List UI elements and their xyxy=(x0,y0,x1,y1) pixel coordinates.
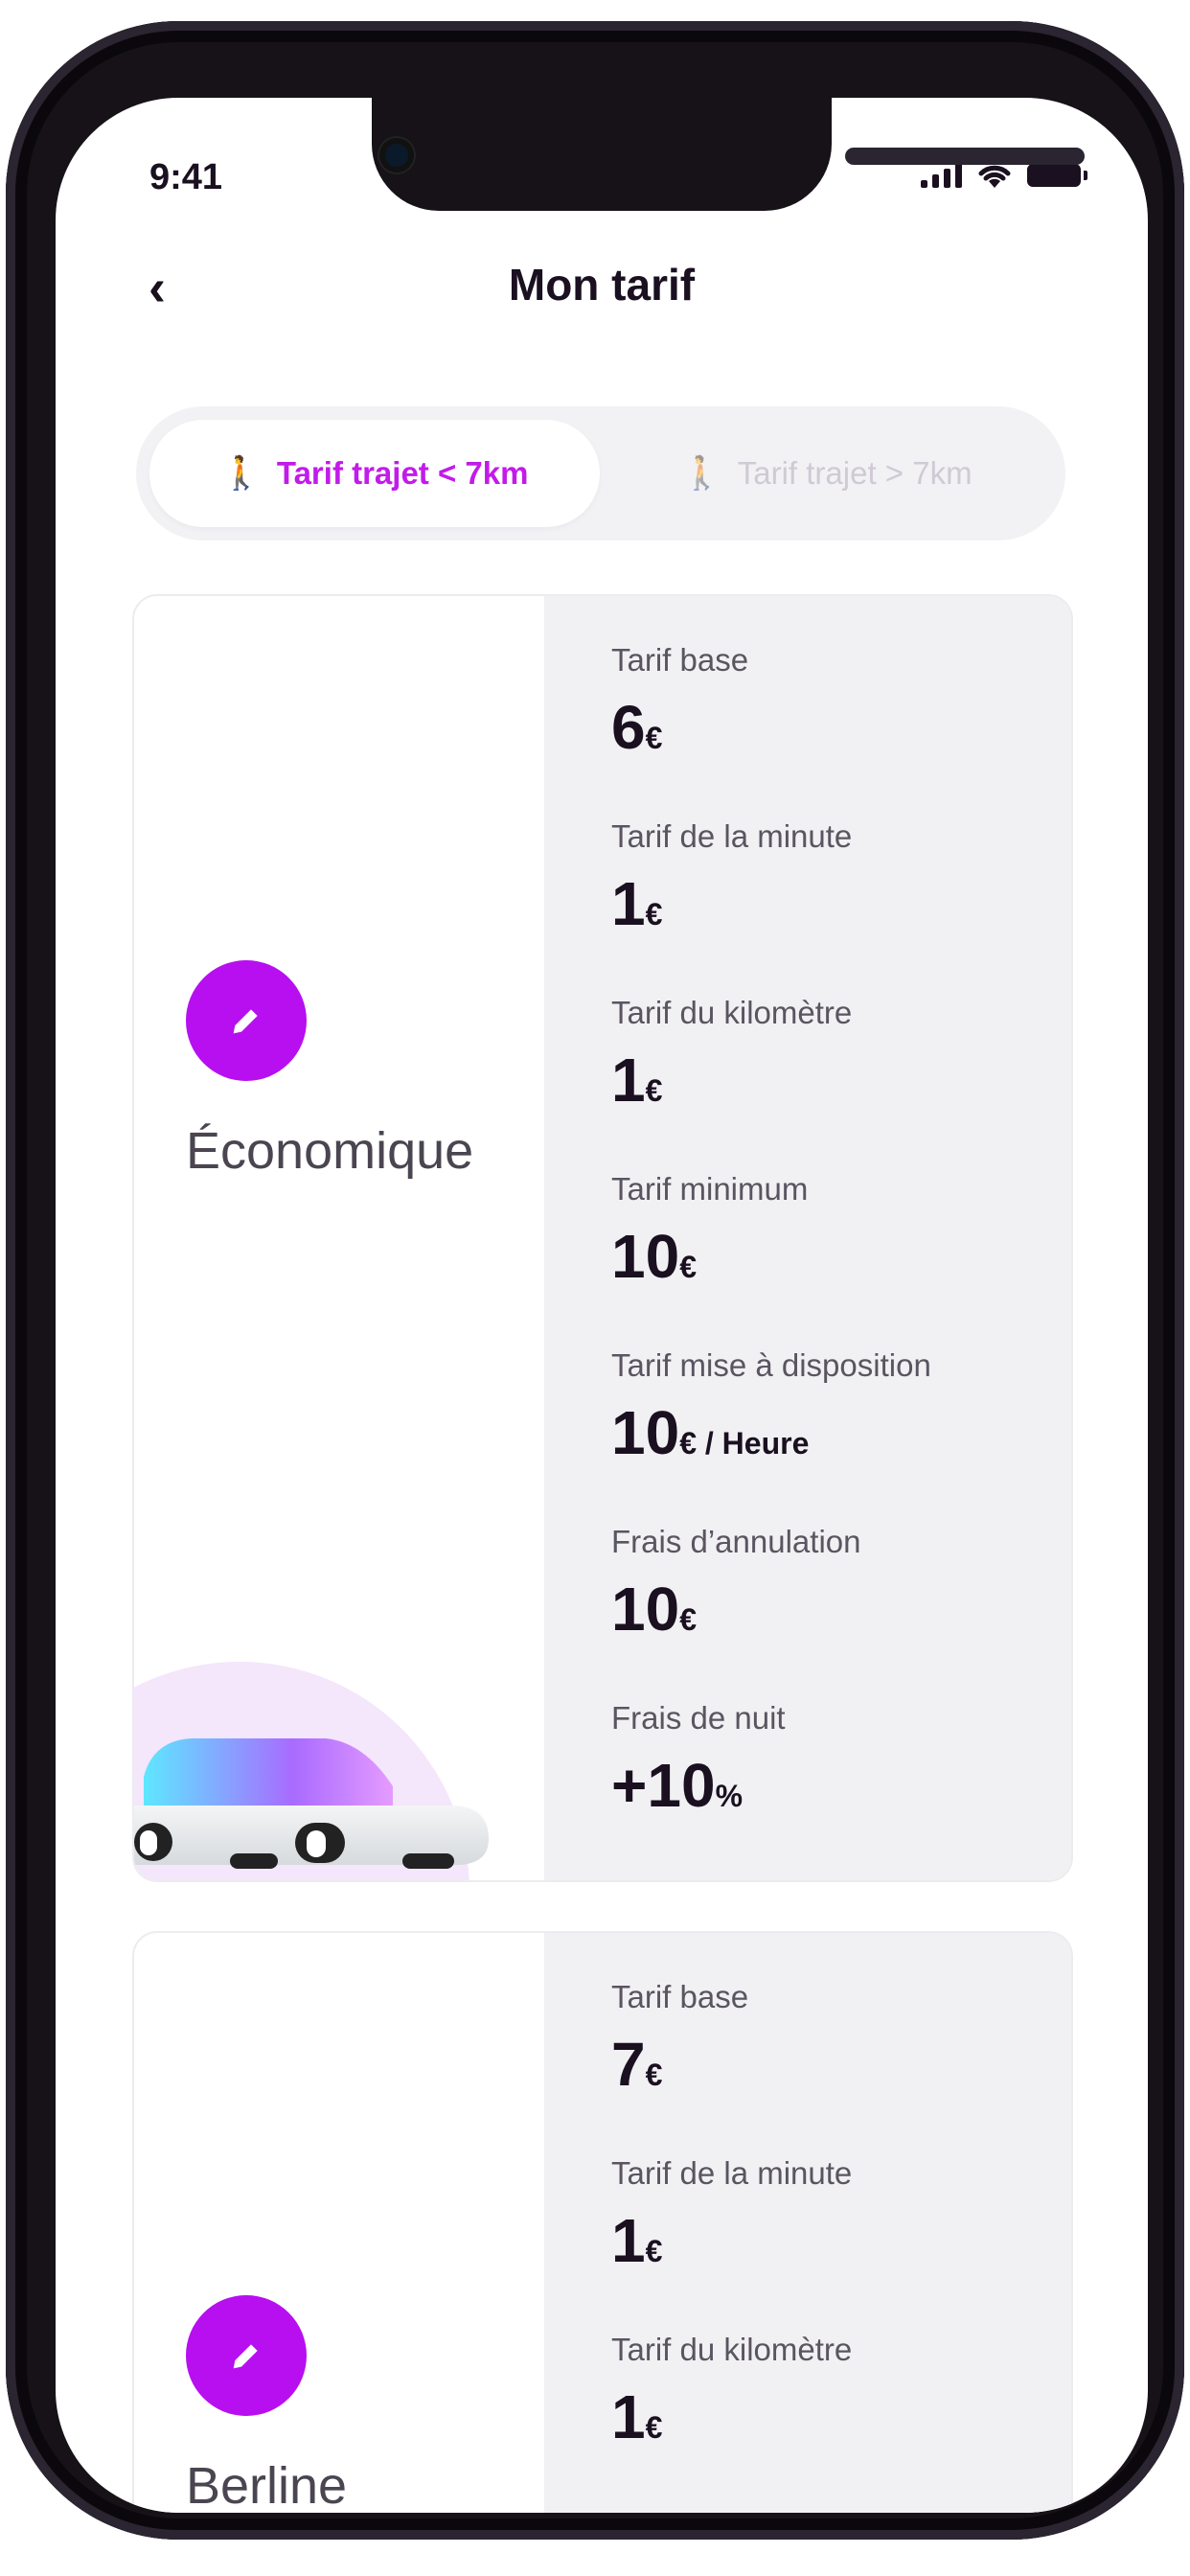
vehicle-name: Berline xyxy=(186,2457,348,2513)
battery-icon xyxy=(1027,164,1087,187)
signal-icon xyxy=(921,163,962,188)
rate-label: Tarif base xyxy=(611,1979,749,2014)
rate-value: 7€ xyxy=(611,2030,663,2099)
page-title: Mon tarif xyxy=(508,260,696,310)
rate-value: 10€ xyxy=(611,1222,697,1291)
walking-person-icon: 🚶 xyxy=(220,455,262,492)
rate-item: Frais de nuit +10% xyxy=(611,1700,1071,1821)
notch xyxy=(372,98,1085,211)
rate-item: Frais d’annulation 10€ xyxy=(611,1524,1071,1644)
edit-button[interactable] xyxy=(186,960,307,1081)
pencil-icon xyxy=(233,2344,258,2369)
rate-value: 1€ xyxy=(611,2206,663,2275)
rate-value: 6€ xyxy=(611,693,663,762)
phone-frame: 9:41 ‹ Mon tarif 🚶 Tarif trajet < 7km 🚶 … xyxy=(6,21,1184,2540)
rate-item: Tarif base 7€ xyxy=(611,1979,1071,2100)
status-time: 9:41 xyxy=(149,157,223,197)
rate-value: 1€ xyxy=(611,2382,663,2451)
rate-label: Tarif du kilomètre xyxy=(611,2332,853,2367)
edit-button[interactable] xyxy=(186,2295,307,2416)
vehicle-card-berline: Berline Tarif base 7€ Tarif de la minute… xyxy=(134,1933,1071,2513)
rate-item: Tarif de la minute 1€ xyxy=(611,2155,1071,2276)
pencil-icon xyxy=(233,1009,258,1034)
rate-item: Tarif minimum 10€ xyxy=(611,1171,1071,1292)
rate-label: Tarif de la minute xyxy=(611,818,853,854)
rate-item: Tarif base 6€ xyxy=(611,642,1071,763)
status-icons xyxy=(921,161,1087,190)
rate-label: Frais de nuit xyxy=(611,1700,786,1736)
rate-item: Tarif de la minute 1€ xyxy=(611,818,1071,939)
distance-tab-switch: 🚶 Tarif trajet < 7km 🚶 Tarif trajet > 7k… xyxy=(136,406,1065,540)
rate-value: 10€ xyxy=(611,1575,697,1644)
rate-label: Tarif du kilomètre xyxy=(611,995,853,1030)
wifi-icon xyxy=(978,165,1011,188)
rate-value: +10% xyxy=(611,1751,744,1820)
rate-item: Tarif mise à disposition 10€ / Heure xyxy=(611,1347,1071,1468)
rate-label: Frais d’annulation xyxy=(611,1524,861,1559)
rate-label: Tarif base xyxy=(611,642,749,678)
walking-person-icon: 🚶 xyxy=(681,455,722,492)
rate-label: Tarif mise à disposition xyxy=(611,1347,931,1383)
rate-item: Tarif du kilomètre 1€ xyxy=(611,2332,1071,2452)
rate-label: Tarif minimum xyxy=(611,1171,809,1207)
tab-short-trip[interactable]: 🚶 Tarif trajet < 7km xyxy=(149,420,600,527)
rate-value: 1€ xyxy=(611,1046,663,1115)
tab-long-trip-label: Tarif trajet > 7km xyxy=(737,455,973,491)
rate-label: Tarif de la minute xyxy=(611,2155,853,2191)
rate-value: 1€ xyxy=(611,869,663,938)
tab-long-trip[interactable]: 🚶 Tarif trajet > 7km xyxy=(602,420,1052,527)
car-illustration xyxy=(134,1662,489,1880)
rate-item: Tarif du kilomètre 1€ xyxy=(611,995,1071,1116)
vehicle-name: Économique xyxy=(186,1122,474,1180)
vehicle-card-economique: Économique Tarif base 6€ Tarif de la min… xyxy=(134,596,1071,1880)
app-screen: 9:41 ‹ Mon tarif 🚶 Tarif trajet < 7km 🚶 … xyxy=(56,98,1148,2513)
front-camera xyxy=(379,138,414,172)
rate-value: 10€ / Heure xyxy=(611,1398,810,1467)
tab-short-trip-label: Tarif trajet < 7km xyxy=(276,455,529,491)
header: ‹ Mon tarif xyxy=(56,242,1148,347)
